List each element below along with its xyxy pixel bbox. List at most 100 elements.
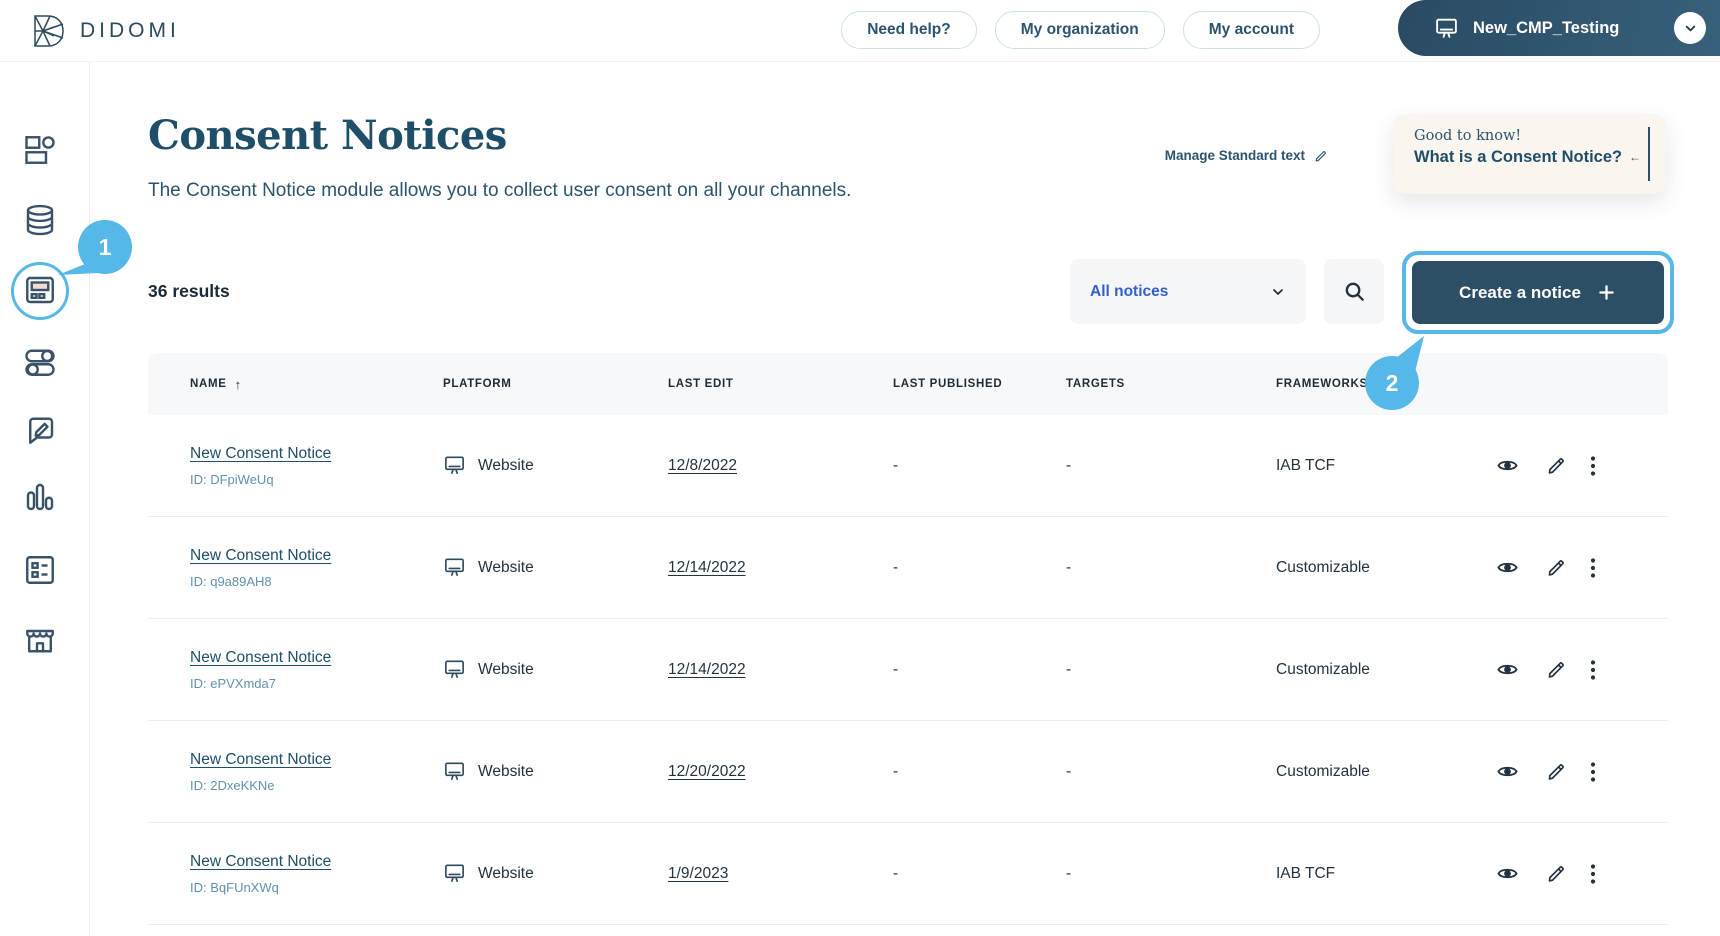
notice-id: ID: 2DxeKKNe <box>190 778 428 793</box>
notice-name-cell: New Consent Notice ID: DFpiWeUq <box>148 445 428 487</box>
consent-notices-table: NAME ↑ PLATFORM LAST EDIT LAST PUBLISHED… <box>148 353 1668 936</box>
preview-button[interactable] <box>1496 556 1519 579</box>
platform-label: Website <box>478 457 534 475</box>
step-1-badge <box>52 216 136 286</box>
row-menu-button[interactable] <box>1588 556 1598 580</box>
column-header-platform: PLATFORM <box>428 378 653 390</box>
monitor-icon <box>443 760 466 783</box>
create-notice-label: Create a notice <box>1459 283 1581 303</box>
edit-button[interactable] <box>1546 659 1567 680</box>
brand-logo[interactable]: DIDOMI <box>30 13 180 49</box>
step-2-badge <box>1358 330 1432 414</box>
row-menu-button[interactable] <box>1588 862 1598 886</box>
eye-icon <box>1496 760 1519 783</box>
didomi-logo-icon <box>30 13 66 49</box>
notices-filter-dropdown[interactable]: All notices <box>1070 259 1306 324</box>
column-header-last-published: LAST PUBLISHED <box>878 378 1051 390</box>
table-header-row: NAME ↑ PLATFORM LAST EDIT LAST PUBLISHED… <box>148 353 1668 415</box>
notice-name-link[interactable]: New Consent Notice <box>190 853 428 871</box>
sidebar-item-preferences[interactable] <box>22 344 58 380</box>
edit-button[interactable] <box>1546 557 1567 578</box>
pencil-icon <box>1546 761 1567 782</box>
notice-name-cell: New Consent Notice ID: q9a89AH8 <box>148 547 428 589</box>
monitor-icon <box>443 658 466 681</box>
my-organization-button[interactable]: My organization <box>995 11 1165 49</box>
notice-id: ID: DFpiWeUq <box>190 472 428 487</box>
form-list-icon <box>22 552 58 588</box>
sidebar-item-analytics[interactable] <box>22 479 58 515</box>
frameworks-cell: Customizable <box>1261 661 1476 679</box>
chevron-down-icon <box>1270 284 1286 300</box>
manage-standard-text-label: Manage Standard text <box>1165 148 1305 163</box>
targets-cell: - <box>1051 865 1261 883</box>
chevron-down-icon <box>1683 21 1698 36</box>
edit-button[interactable] <box>1546 863 1567 884</box>
notice-name-cell: New Consent Notice ID: 2DxeKKNe <box>148 751 428 793</box>
monitor-icon <box>443 862 466 885</box>
monitor-icon <box>1434 16 1459 41</box>
manage-standard-text-link[interactable]: Manage Standard text <box>1165 148 1328 163</box>
last-edit-cell: 12/14/2022 <box>653 559 878 577</box>
create-notice-highlight-ring: Create a notice <box>1402 251 1674 334</box>
sidebar-item-forms[interactable] <box>22 552 58 588</box>
sort-asc-icon[interactable]: ↑ <box>235 377 242 392</box>
good-to-know-callout[interactable]: Good to know! What is a Consent Notice? … <box>1393 114 1666 194</box>
kebab-menu-icon <box>1588 760 1598 784</box>
row-actions <box>1476 556 1668 580</box>
preview-button[interactable] <box>1496 454 1519 477</box>
notice-id: ID: ePVXmda7 <box>190 676 428 691</box>
storefront-icon <box>22 622 58 658</box>
callout-divider-bar <box>1648 127 1650 181</box>
top-bar: DIDOMI Need help? My organization My acc… <box>0 0 1720 62</box>
sidebar-item-content-editor[interactable] <box>22 412 58 448</box>
notice-name-link[interactable]: New Consent Notice <box>190 547 428 565</box>
table-row: New Consent Notice ID: DFpiWeUq Website … <box>148 415 1668 517</box>
platform-label: Website <box>478 559 534 577</box>
search-button[interactable] <box>1324 259 1384 324</box>
targets-cell: - <box>1051 763 1261 781</box>
sidebar-item-marketplace[interactable] <box>22 622 58 658</box>
sidebar-item-dashboard[interactable] <box>22 132 58 168</box>
frameworks-cell: IAB TCF <box>1261 865 1476 883</box>
app-root: DIDOMI Need help? My organization My acc… <box>0 0 1720 936</box>
notice-name-link[interactable]: New Consent Notice <box>190 751 428 769</box>
platform-cell: Website <box>428 556 653 579</box>
collapse-arrow-icon: ← <box>1629 150 1641 164</box>
last-published-cell: - <box>878 763 1051 781</box>
row-actions <box>1476 862 1668 886</box>
workspace-caret-button[interactable] <box>1674 12 1706 44</box>
column-header-name[interactable]: NAME ↑ <box>148 377 428 392</box>
callout-question: What is a Consent Notice? <box>1414 148 1622 167</box>
row-menu-button[interactable] <box>1588 454 1598 478</box>
targets-cell: - <box>1051 661 1261 679</box>
search-icon <box>1343 280 1366 303</box>
row-menu-button[interactable] <box>1588 760 1598 784</box>
preview-button[interactable] <box>1496 760 1519 783</box>
notice-name-link[interactable]: New Consent Notice <box>190 445 428 463</box>
row-actions <box>1476 454 1668 478</box>
results-count: 36 results <box>148 281 230 302</box>
frameworks-cell: Customizable <box>1261 763 1476 781</box>
edit-button[interactable] <box>1546 761 1567 782</box>
platform-cell: Website <box>428 862 653 885</box>
notice-id: ID: q9a89AH8 <box>190 574 428 589</box>
page-title: Consent Notices <box>148 112 507 159</box>
preview-button[interactable] <box>1496 658 1519 681</box>
last-edit-cell: 12/8/2022 <box>653 457 878 475</box>
eye-icon <box>1496 862 1519 885</box>
create-notice-button[interactable]: Create a notice <box>1412 261 1664 324</box>
plus-icon <box>1596 282 1617 303</box>
workspace-switcher[interactable]: New_CMP_Testing <box>1398 0 1720 56</box>
my-account-button[interactable]: My account <box>1183 11 1320 49</box>
last-edit-cell: 1/9/2023 <box>653 865 878 883</box>
eye-icon <box>1496 556 1519 579</box>
need-help-button[interactable]: Need help? <box>841 11 977 49</box>
preview-button[interactable] <box>1496 862 1519 885</box>
notice-name-link[interactable]: New Consent Notice <box>190 649 428 667</box>
row-menu-button[interactable] <box>1588 658 1598 682</box>
notice-name-cell: New Consent Notice ID: BqFUnXWq <box>148 853 428 895</box>
row-actions <box>1476 760 1668 784</box>
notice-id: ID: BqFUnXWq <box>190 880 428 895</box>
top-nav: Need help? My organization My account <box>841 11 1320 49</box>
edit-button[interactable] <box>1546 455 1567 476</box>
